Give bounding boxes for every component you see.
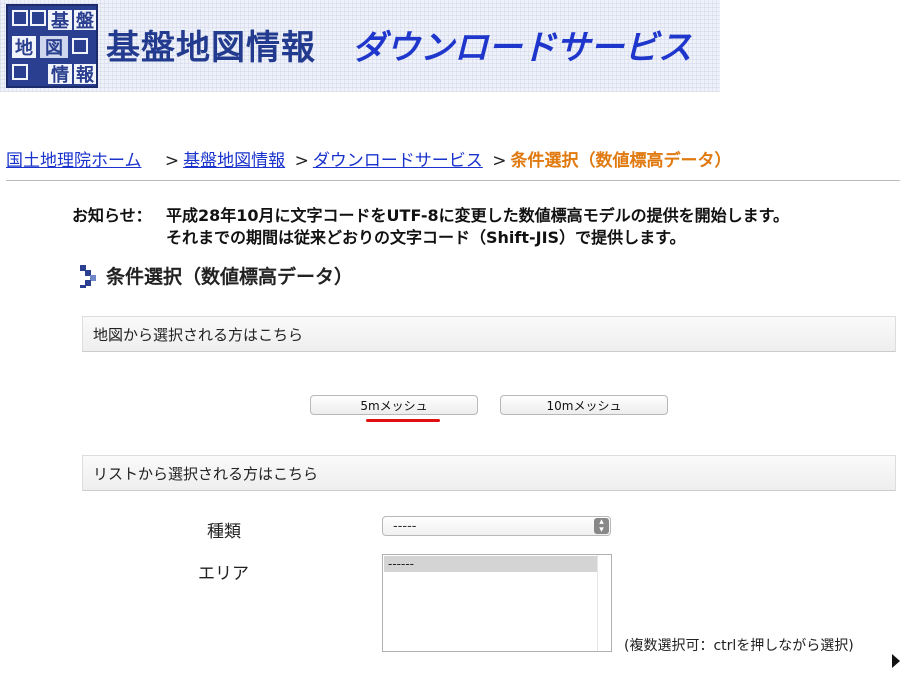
logo-char: 盤 — [74, 10, 96, 32]
breadcrumb-download-link[interactable]: ダウンロードサービス — [313, 151, 483, 171]
type-label: 種類 — [207, 522, 241, 542]
area-label: エリア — [198, 564, 249, 584]
map-panel-title: 地図から選択される方はこちら — [93, 325, 304, 344]
area-listbox[interactable]: ------ — [382, 554, 612, 652]
listbox-scrollbar[interactable] — [597, 555, 611, 651]
breadcrumb-home-link[interactable]: 国土地理院ホーム — [6, 151, 142, 171]
logo-square — [12, 10, 28, 26]
notice-line-2: それまでの期間は従来どおりの文字コード（Shift-JIS）で提供します。 — [166, 228, 686, 247]
notice-line-1: 平成28年10月に文字コードをUTF-8に変更した数値標高モデルの提供を開始しま… — [166, 206, 790, 225]
logo-char: 図 — [40, 36, 68, 59]
site-subtitle: ダウンロードサービス — [352, 28, 692, 68]
chevron-icon — [80, 264, 98, 288]
type-select-value: ----- — [393, 518, 417, 534]
notice: お知らせ： 平成28年10月に文字コードをUTF-8に変更した数値標高モデルの提… — [72, 205, 789, 249]
area-option[interactable]: ------ — [384, 556, 598, 572]
notice-label: お知らせ： — [72, 206, 152, 225]
select-stepper-icon: ▴ ▾ — [594, 518, 609, 535]
breadcrumb-kiban-link[interactable]: 基盤地図情報 — [183, 151, 285, 171]
logo-square — [72, 38, 88, 54]
logo-char: 地 — [12, 36, 36, 59]
logo: 基 盤 地 図 情 報 — [6, 4, 98, 88]
type-select[interactable]: ----- ▴ ▾ — [382, 516, 611, 536]
section-heading: 条件選択（数値標高データ） — [80, 262, 353, 289]
logo-square — [12, 64, 28, 80]
breadcrumb-separator: > — [294, 151, 309, 171]
divider — [6, 180, 900, 181]
highlight-underline — [366, 419, 440, 422]
logo-char: 基 — [48, 10, 72, 32]
mesh-5m-button[interactable]: 5mメッシュ — [310, 395, 478, 415]
logo-char: 報 — [74, 64, 96, 86]
header-banner: 基 盤 地 図 情 報 基盤地図情報 ダウンロードサービス — [0, 0, 720, 92]
logo-char: 情 — [48, 64, 72, 86]
multi-select-hint: (複数選択可：ctrlを押しながら選択) — [624, 638, 854, 654]
logo-square — [30, 10, 46, 26]
map-select-panel: 地図から選択される方はこちら — [82, 316, 896, 352]
section-title: 条件選択（数値標高データ） — [106, 266, 354, 288]
mouse-cursor-icon — [892, 654, 900, 668]
list-panel-title: リストから選択される方はこちら — [93, 464, 319, 483]
breadcrumb-separator: > — [164, 151, 180, 171]
breadcrumb-separator: > — [492, 151, 507, 171]
breadcrumb: 国土地理院ホーム > 基盤地図情報 > ダウンロードサービス > 条件選択（数値標高デ… — [6, 146, 731, 171]
list-select-panel: リストから選択される方はこちら — [82, 455, 896, 491]
site-title: 基盤地図情報 — [106, 28, 316, 68]
notice-indent — [72, 227, 166, 249]
breadcrumb-current: 条件選択（数値標高データ） — [510, 151, 732, 171]
mesh-10m-button[interactable]: 10mメッシュ — [500, 395, 668, 415]
